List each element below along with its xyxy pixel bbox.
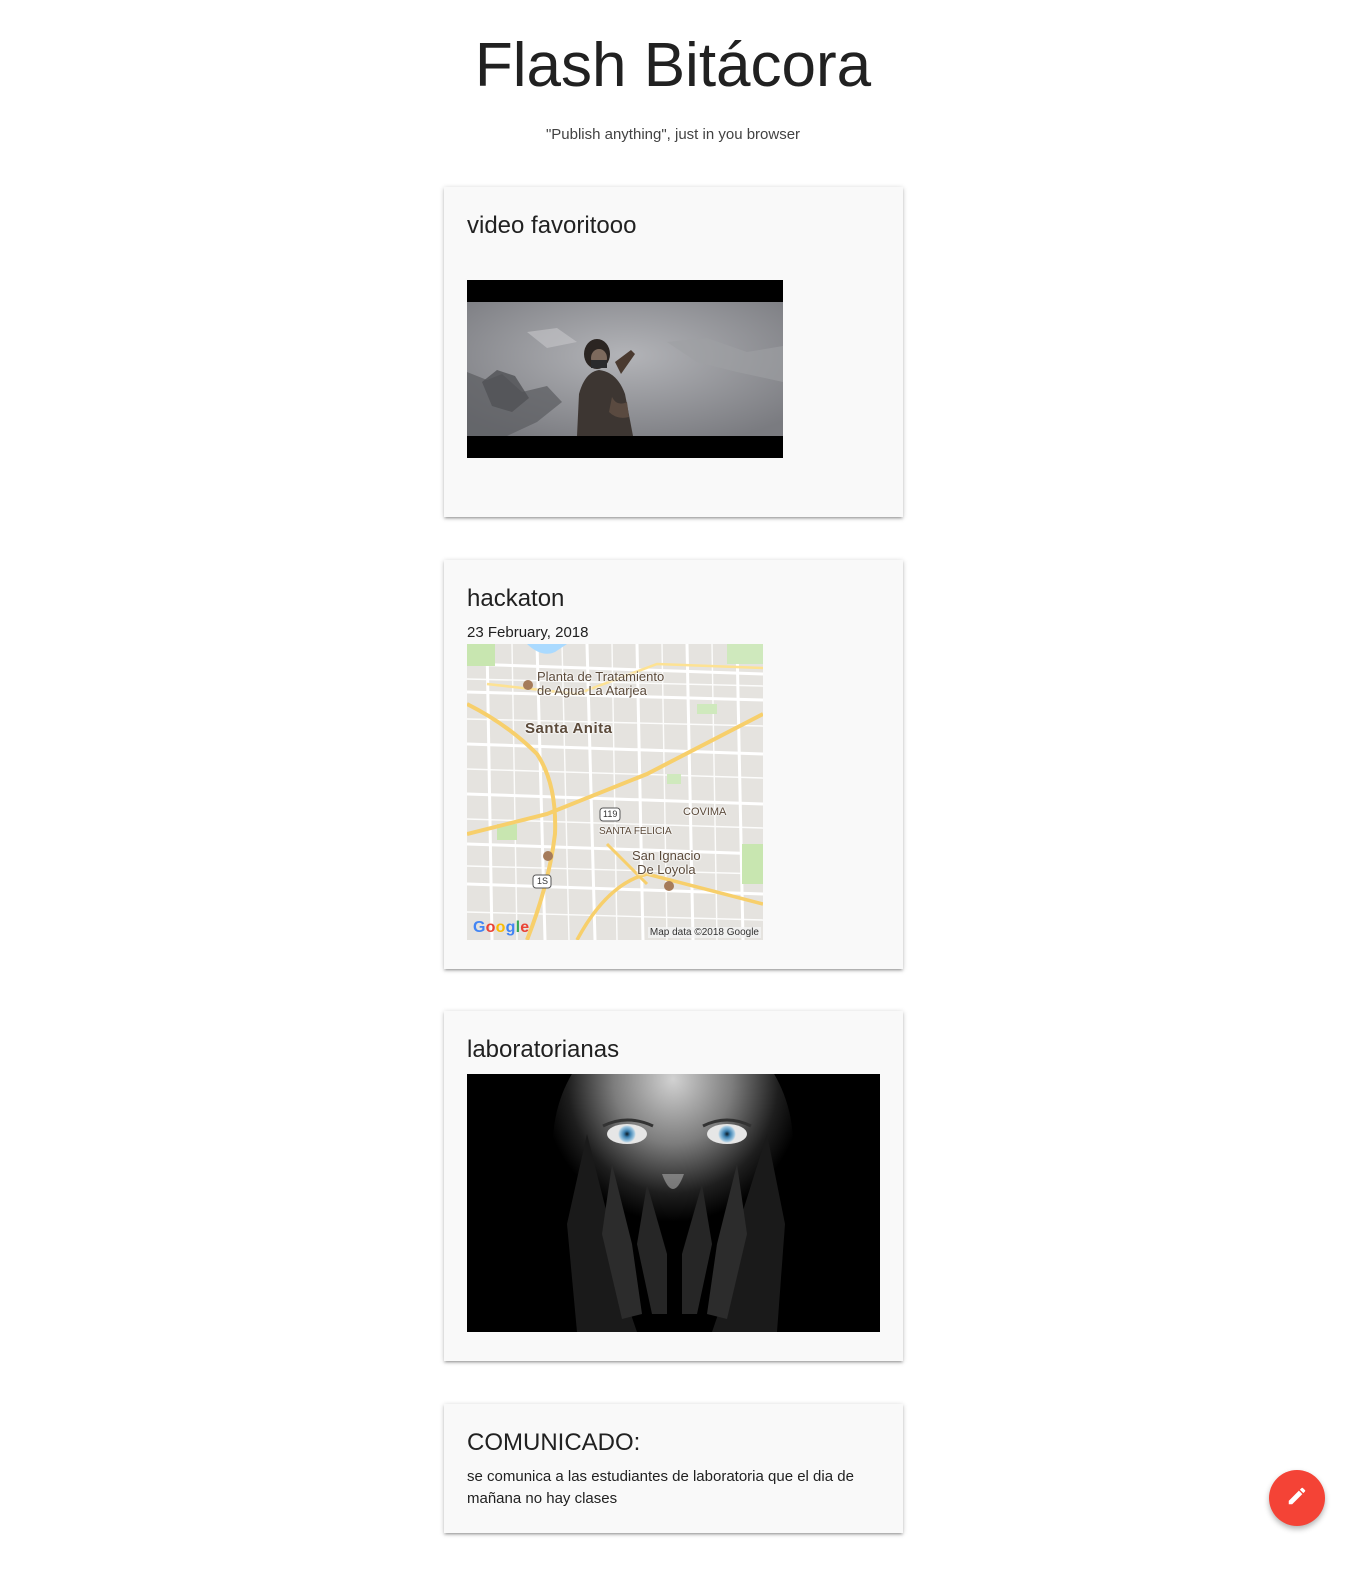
- map-attribution: Map data ©2018 Google: [647, 927, 761, 938]
- site-title: Flash Bitácora: [474, 31, 872, 100]
- site-tagline: "Publish anything", just in you browser: [545, 126, 801, 143]
- google-logo[interactable]: Google: [473, 919, 529, 937]
- post-image: [467, 1074, 880, 1332]
- map-label-san-ignacio: San Ignacio De Loyola: [632, 848, 701, 877]
- post-title: video favoritooo: [467, 212, 637, 239]
- post-title: COMUNICADO:: [467, 1429, 641, 1456]
- route-shield-1s: 1S: [537, 876, 549, 886]
- post-title: hackaton: [467, 585, 565, 612]
- compose-fab[interactable]: [1269, 1470, 1325, 1526]
- map-label-plant: Planta de Tratamiento de Agua La Atarjea: [537, 669, 665, 698]
- post-card-image: laboratorianas: [444, 1011, 903, 1361]
- map-label-santa-felicia: SANTA FELICIA: [599, 826, 672, 837]
- map-label-covima: COVIMA: [683, 806, 727, 818]
- post-card-text: COMUNICADO: se comunica a las estudiante…: [444, 1404, 903, 1533]
- post-card-map: hackaton 23 February, 2018 Planta de Tra…: [444, 560, 903, 969]
- post-card-video: video favoritooo: [444, 187, 903, 517]
- map-embed[interactable]: Planta de Tratamiento de Agua La Atarjea…: [467, 644, 763, 940]
- post-body: se comunica a las estudiantes de laborat…: [467, 1468, 854, 1507]
- video-player[interactable]: [467, 280, 783, 458]
- post-date: 23 February, 2018: [467, 624, 589, 641]
- map-label-santa-anita: Santa Anita: [525, 720, 613, 737]
- route-shield-119: 119: [603, 809, 618, 819]
- post-title: laboratorianas: [467, 1036, 620, 1063]
- pencil-icon: [1286, 1485, 1308, 1512]
- video-thumbnail: [467, 302, 783, 436]
